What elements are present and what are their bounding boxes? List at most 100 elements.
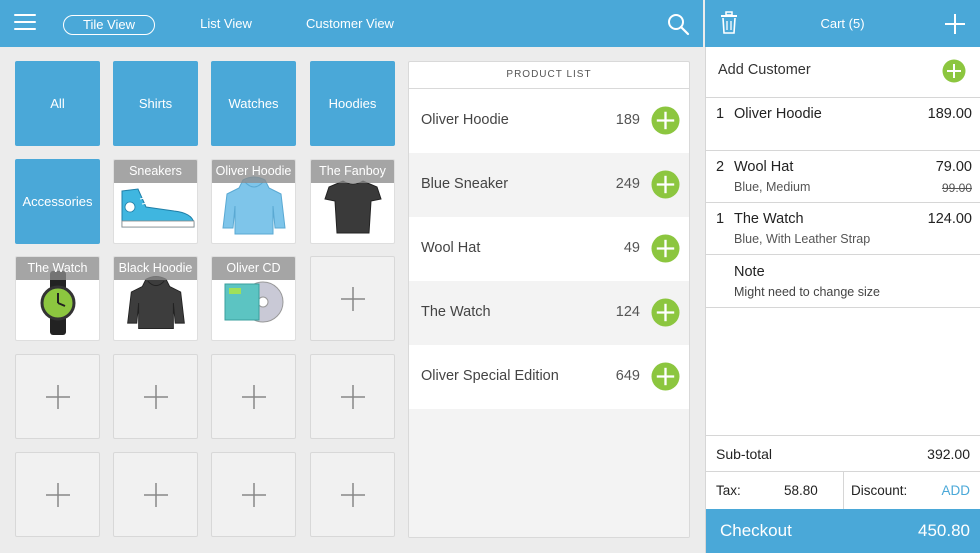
sneaker-icon (121, 187, 194, 227)
tile-category-watches[interactable]: Watches (211, 61, 296, 146)
add-circle-icon[interactable] (651, 362, 680, 391)
cart-line-detail: Blue, Medium (734, 180, 811, 194)
hoodie-icon (221, 176, 286, 234)
plus-icon (241, 482, 266, 507)
tab-tile-view[interactable]: Tile View (63, 15, 155, 35)
checkout-label: Checkout (720, 521, 792, 540)
add-customer-label: Add Customer (718, 62, 811, 78)
tile-empty[interactable] (310, 354, 395, 439)
cart-line-qty: 1 (716, 106, 725, 122)
tab-customer-view[interactable]: Customer View (297, 15, 403, 35)
product-row-blue-sneaker[interactable]: Blue Sneaker 249 (409, 153, 689, 217)
cart-title: Cart (5) (820, 16, 865, 31)
tile-product-sneakers[interactable]: Sneakers (113, 159, 198, 244)
add-discount-button[interactable]: ADD (941, 483, 970, 498)
add-circle-icon[interactable] (942, 59, 966, 83)
tile-category-hoodies[interactable]: Hoodies (310, 61, 395, 146)
hamburger-icon[interactable] (14, 14, 36, 32)
plus-icon (143, 482, 168, 507)
product-price: 249 (615, 176, 640, 192)
plus-icon (45, 482, 70, 507)
product-price: 649 (615, 368, 640, 384)
tile-empty[interactable] (310, 256, 395, 341)
tile-product-oliver-hoodie[interactable]: Oliver Hoodie (211, 159, 296, 244)
add-circle-icon[interactable] (651, 298, 680, 327)
tile-title: The Fanboy (311, 160, 394, 183)
cart-line-price: 189.00 (927, 106, 972, 122)
tax-label: Tax: (716, 483, 741, 498)
tshirt-icon (323, 179, 382, 233)
cart-line-item[interactable]: 2 Wool Hat 79.00 Blue, Medium 99.00 (706, 151, 980, 203)
product-row-the-watch[interactable]: The Watch 124 (409, 281, 689, 345)
checkout-button[interactable]: Checkout 450.80 (706, 509, 980, 553)
product-name: Wool Hat (421, 240, 481, 256)
product-name: The Watch (421, 304, 491, 320)
tile-empty[interactable] (113, 354, 198, 439)
cart-line-price: 124.00 (927, 211, 972, 227)
plus-icon (340, 384, 365, 409)
tile-product-the-fanboy[interactable]: The Fanboy (310, 159, 395, 244)
cart-line-name: The Watch (734, 211, 804, 227)
tile-product-black-hoodie[interactable]: Black Hoodie (113, 256, 198, 341)
subtotal-label: Sub-total (716, 446, 773, 462)
tile-empty[interactable] (113, 452, 198, 537)
plus-icon[interactable] (944, 13, 966, 35)
add-circle-icon[interactable] (651, 234, 680, 263)
hoodie-icon (126, 275, 185, 329)
product-row-oliver-special-edition[interactable]: Oliver Special Edition 649 (409, 345, 689, 409)
product-list-empty-area (409, 409, 689, 537)
tile-title: The Watch (16, 257, 99, 280)
tile-title: Oliver CD (212, 257, 295, 280)
divider (843, 472, 844, 509)
product-price: 49 (623, 240, 640, 256)
tile-product-the-watch[interactable]: The Watch (15, 256, 100, 341)
cart-line-price: 79.00 (935, 159, 972, 175)
plus-icon (143, 384, 168, 409)
add-circle-icon[interactable] (651, 106, 680, 135)
top-bar: Tile View List View Customer View (0, 0, 703, 47)
tile-category-all[interactable]: All (15, 61, 100, 146)
subtotal-value: 392.00 (927, 446, 970, 462)
checkout-total: 450.80 (918, 521, 970, 540)
product-price: 124 (615, 304, 640, 320)
subtotal-row: Sub-total 392.00 (706, 435, 980, 472)
discount-label: Discount: (851, 483, 908, 498)
tile-category-accessories[interactable]: Accessories (15, 159, 100, 244)
plus-icon (241, 384, 266, 409)
cart-line-original-price: 99.00 (941, 181, 972, 195)
cart-line-qty: 2 (716, 159, 725, 175)
product-name: Oliver Hoodie (421, 112, 509, 128)
cart-note[interactable]: Note Might need to change size (706, 255, 980, 308)
note-text: Might need to change size (734, 285, 880, 299)
product-row-wool-hat[interactable]: Wool Hat 49 (409, 217, 689, 281)
tax-value: 58.80 (784, 483, 818, 498)
product-list: PRODUCT LIST Oliver Hoodie 189 Blue Snea… (408, 61, 690, 538)
plus-icon (340, 286, 365, 311)
tab-list-view[interactable]: List View (190, 15, 262, 35)
tile-empty[interactable] (310, 452, 395, 537)
tile-title: Black Hoodie (114, 257, 197, 280)
add-customer-row[interactable]: Add Customer (706, 47, 980, 98)
add-circle-icon[interactable] (651, 170, 680, 199)
tile-category-shirts[interactable]: Shirts (113, 61, 198, 146)
cd-icon (224, 281, 283, 322)
cart-line-detail: Blue, With Leather Strap (734, 232, 871, 246)
tile-empty[interactable] (211, 452, 296, 537)
tile-title: Oliver Hoodie (212, 160, 295, 183)
cart-panel: Add Customer 1 Oliver Hoodie 189.00 2 Wo… (705, 47, 980, 553)
tile-product-oliver-cd[interactable]: Oliver CD (211, 256, 296, 341)
cart-line-name: Oliver Hoodie (734, 106, 822, 122)
cart-line-name: Wool Hat (734, 159, 794, 175)
tile-title: Sneakers (114, 160, 197, 183)
tile-empty[interactable] (211, 354, 296, 439)
plus-icon (340, 482, 365, 507)
cart-line-item[interactable]: 1 The Watch 124.00 Blue, With Leather St… (706, 203, 980, 255)
tile-empty[interactable] (15, 354, 100, 439)
note-label: Note (734, 264, 765, 280)
search-icon[interactable] (666, 12, 690, 36)
plus-icon (45, 384, 70, 409)
tile-empty[interactable] (15, 452, 100, 537)
cart-line-item[interactable]: 1 Oliver Hoodie 189.00 (706, 98, 980, 151)
cart-line-qty: 1 (716, 211, 725, 227)
product-row-oliver-hoodie[interactable]: Oliver Hoodie 189 (409, 89, 689, 153)
